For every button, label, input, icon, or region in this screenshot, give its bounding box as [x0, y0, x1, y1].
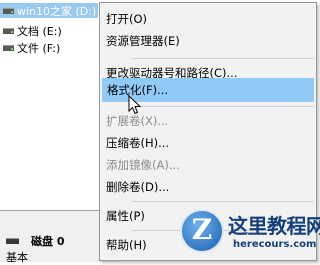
watermark-domain: herecours.com [233, 239, 317, 250]
menu-item-add-mirror[interactable]: 添加镜像(A)... [102, 154, 314, 176]
menu-item-explorer[interactable]: 资源管理器(E) [102, 30, 314, 52]
menu-item-label: 资源管理器(E) [106, 34, 180, 48]
drive-icon [3, 7, 14, 14]
menu-item-label: 压缩卷(H)... [106, 136, 170, 150]
menu-item-label: 帮助(H) [106, 238, 147, 252]
tree-item-d-drive[interactable]: win10之家 (D:) [0, 3, 99, 18]
menu-item-delete-volume[interactable]: 删除卷(D)... [102, 176, 314, 198]
watermark-brand: 这里教程网 [228, 214, 320, 238]
menu-separator [132, 58, 314, 59]
drive-icon [3, 27, 14, 34]
mouse-pointer-icon [128, 95, 142, 115]
disk-row[interactable]: 磁盘 0 [6, 233, 64, 249]
menu-separator [132, 201, 314, 202]
tree-item-label: 文档 (E:) [17, 24, 62, 38]
tree-item-label: 文件 (F:) [17, 41, 61, 55]
menu-item-label: 打开(O) [106, 12, 148, 26]
menu-item-label: 扩展卷(X)... [106, 114, 169, 128]
volume-tree: win10之家 (D:) 文档 (E:) 文件 (F:) [0, 0, 104, 210]
tree-item-e-drive[interactable]: 文档 (E:) [3, 23, 62, 38]
drive-icon [3, 44, 14, 51]
tree-item-f-drive[interactable]: 文件 (F:) [3, 40, 60, 55]
disk-icon [6, 238, 19, 244]
menu-item-label: 添加镜像(A)... [106, 158, 180, 172]
menu-item-label: 删除卷(D)... [106, 180, 170, 194]
tree-item-label: win10之家 (D:) [17, 4, 97, 18]
menu-item-label: 属性(P) [106, 209, 145, 223]
menu-separator [132, 106, 314, 107]
logo-badge-icon: Z [180, 209, 224, 253]
logo-badge-letter: Z [191, 213, 213, 246]
site-watermark: Z 这里教程网 herecours.com [180, 207, 320, 261]
menu-item-open[interactable]: 打开(O) [102, 8, 314, 30]
menu-item-shrink-volume[interactable]: 压缩卷(H)... [102, 132, 314, 154]
disk-name: 磁盘 0 [31, 235, 65, 248]
disk-type: 基本 [6, 251, 28, 264]
